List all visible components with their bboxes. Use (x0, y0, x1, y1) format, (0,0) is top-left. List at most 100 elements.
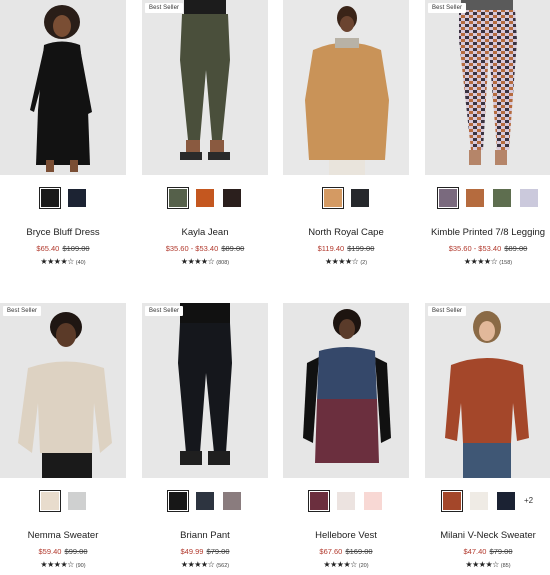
product-image[interactable] (283, 0, 409, 175)
product-name[interactable]: Hellebore Vest (283, 530, 409, 541)
product-card[interactable]: Best Seller Kimble Printed 7/8 Legging $… (425, 0, 550, 266)
color-swatch[interactable] (465, 188, 484, 207)
color-swatch[interactable] (321, 186, 344, 209)
product-card[interactable]: Best Seller Kayla Jean $35.60 - $53.40 $… (142, 0, 268, 266)
product-card[interactable]: Bryce Bluff Dress $65.40 $109.00 ★★★★☆ (4… (0, 0, 126, 266)
star-rating-icon: ★★★★☆ (465, 560, 499, 569)
product-image[interactable]: Best Seller (142, 303, 268, 478)
review-count: (562) (216, 563, 230, 569)
sale-price: $119.40 (317, 244, 345, 253)
color-swatch[interactable] (67, 188, 86, 207)
product-image[interactable]: Best Seller (425, 303, 550, 478)
color-swatch[interactable] (196, 188, 214, 207)
original-price: $89.00 (221, 244, 245, 253)
color-swatch[interactable] (38, 489, 61, 512)
product-rating[interactable]: ★★★★☆ (40) (0, 257, 126, 266)
product-name[interactable]: Kimble Printed 7/8 Legging (425, 227, 550, 238)
product-photo-sweater (0, 303, 126, 478)
product-price: $35.60 - $53.40 $89.00 (142, 244, 268, 253)
sale-price: $67.60 (319, 547, 343, 556)
product-rating[interactable]: ★★★★☆ (90) (0, 560, 126, 569)
product-name[interactable]: North Royal Cape (283, 227, 409, 238)
original-price: $79.00 (206, 547, 230, 556)
product-rating[interactable]: ★★★★☆ (2) (283, 257, 409, 266)
original-price: $109.00 (62, 244, 90, 253)
product-image[interactable] (0, 0, 126, 175)
product-rating[interactable]: ★★★★☆ (85) (425, 560, 550, 569)
color-swatch[interactable] (308, 489, 330, 512)
color-swatches (0, 186, 126, 209)
product-photo-jean (142, 0, 268, 175)
color-swatch[interactable] (436, 186, 459, 209)
color-swatch[interactable] (67, 491, 86, 510)
product-name[interactable]: Milani V-Neck Sweater (425, 530, 550, 541)
product-image[interactable] (283, 303, 409, 478)
product-photo-legging (425, 0, 550, 175)
product-photo-cape (283, 0, 409, 175)
product-grid: Bryce Bluff Dress $65.40 $109.00 ★★★★☆ (4… (0, 0, 550, 575)
product-image[interactable]: Best Seller (0, 303, 126, 478)
product-name[interactable]: Nemma Sweater (0, 530, 126, 541)
color-swatches (142, 489, 268, 512)
best-seller-badge: Best Seller (428, 306, 467, 316)
product-name[interactable]: Briann Pant (142, 530, 268, 541)
product-rating[interactable]: ★★★★☆ (158) (425, 257, 550, 266)
more-colors-link[interactable]: +2 (524, 492, 533, 510)
product-image[interactable]: Best Seller (425, 0, 550, 175)
review-count: (20) (358, 563, 369, 569)
best-seller-badge: Best Seller (428, 3, 467, 13)
color-swatch[interactable] (492, 188, 511, 207)
review-count: (158) (499, 260, 513, 266)
color-swatch[interactable] (223, 188, 241, 207)
product-rating[interactable]: ★★★★☆ (20) (283, 560, 409, 569)
product-photo-pant (142, 303, 268, 478)
color-swatches (283, 186, 409, 209)
color-swatch[interactable] (350, 188, 369, 207)
product-rating[interactable]: ★★★★☆ (562) (142, 560, 268, 569)
product-card[interactable]: Hellebore Vest $67.60 $169.00 ★★★★☆ (20) (283, 303, 409, 569)
color-swatch[interactable] (440, 489, 463, 512)
original-price: $169.00 (345, 547, 373, 556)
review-count: (85) (500, 563, 511, 569)
color-swatch[interactable] (519, 188, 538, 207)
color-swatches (142, 186, 268, 209)
review-count: (808) (216, 260, 230, 266)
product-name[interactable]: Kayla Jean (142, 227, 268, 238)
color-swatch[interactable] (38, 186, 61, 209)
original-price: $79.00 (489, 547, 513, 556)
product-card[interactable]: Best Seller Briann Pant $49.99 $79.00 ★★… (142, 303, 268, 569)
color-swatch[interactable] (496, 491, 515, 510)
product-price: $59.40 $99.00 (0, 547, 126, 556)
best-seller-badge: Best Seller (145, 306, 184, 316)
sale-price: $49.99 (180, 547, 204, 556)
color-swatch[interactable] (364, 491, 382, 510)
color-swatch[interactable] (223, 491, 241, 510)
product-photo-dress (0, 0, 126, 175)
sale-price: $35.60 - $53.40 (165, 244, 219, 253)
star-rating-icon: ★★★★☆ (463, 257, 498, 266)
product-image[interactable]: Best Seller (142, 0, 268, 175)
product-name[interactable]: Bryce Bluff Dress (0, 227, 126, 238)
color-swatch[interactable] (167, 489, 189, 512)
product-price: $119.40 $199.00 (283, 244, 409, 253)
product-card[interactable]: Best Seller +2 Milani V-Neck Sweater $47… (425, 303, 550, 569)
star-rating-icon: ★★★★☆ (324, 257, 359, 266)
color-swatch[interactable] (469, 491, 488, 510)
sale-price: $35.60 - $53.40 (448, 244, 502, 253)
product-price: $49.99 $79.00 (142, 547, 268, 556)
product-price: $35.60 - $53.40 $89.00 (425, 244, 550, 253)
product-photo-vneck (425, 303, 550, 478)
color-swatches (425, 186, 550, 209)
color-swatch[interactable] (196, 491, 214, 510)
best-seller-badge: Best Seller (145, 3, 184, 13)
color-swatches (283, 489, 409, 512)
color-swatches: +2 (425, 489, 550, 512)
product-photo-vest (283, 303, 409, 478)
product-card[interactable]: Best Seller Nemma Sweater $59.40 $99.00 … (0, 303, 126, 569)
product-rating[interactable]: ★★★★☆ (808) (142, 257, 268, 266)
color-swatch[interactable] (167, 186, 189, 209)
sale-price: $59.40 (38, 547, 62, 556)
color-swatch[interactable] (337, 491, 355, 510)
product-card[interactable]: North Royal Cape $119.40 $199.00 ★★★★☆ (2… (283, 0, 409, 266)
original-price: $99.00 (64, 547, 88, 556)
